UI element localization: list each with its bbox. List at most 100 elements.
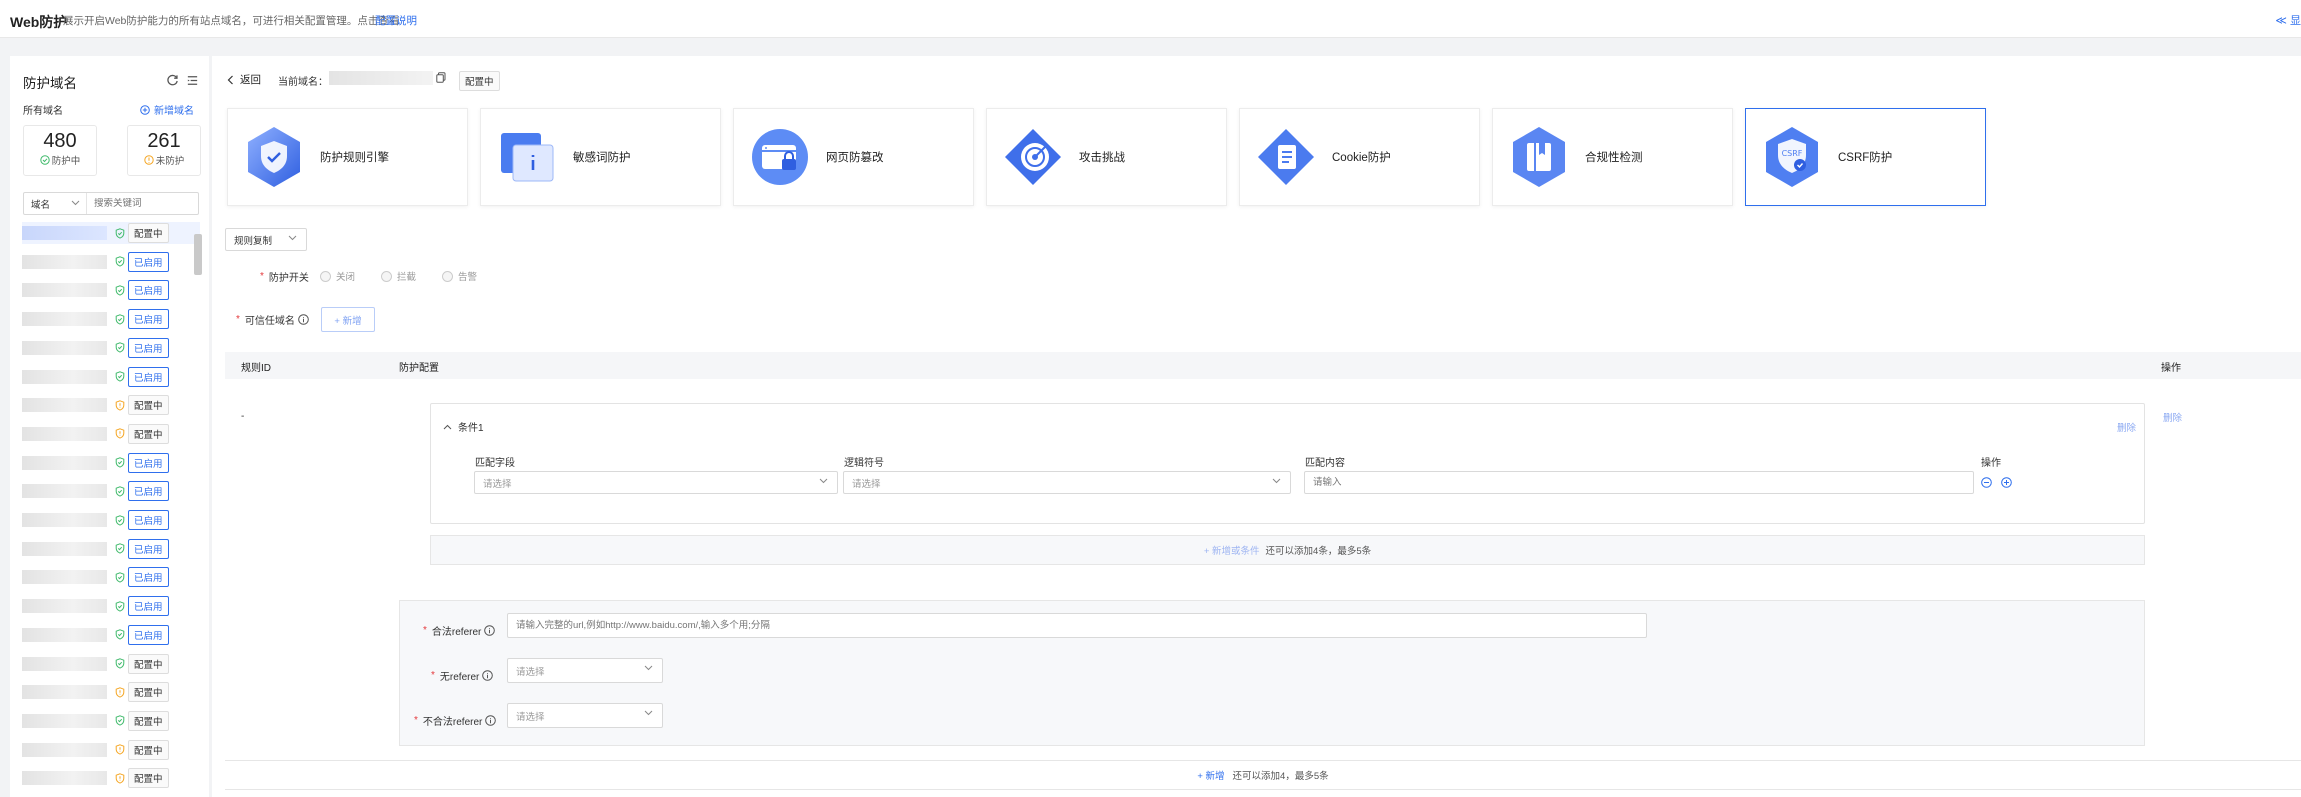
info-icon[interactable] [298,314,309,325]
list-settings-icon[interactable] [186,74,199,87]
check-circle-icon [40,155,50,165]
domain-row[interactable]: 已启用 [22,538,200,560]
domain-status-tag: 配置中 [128,395,169,416]
domain-status-tag: 配置中 [128,739,169,760]
domain-row[interactable]: 已启用 [22,308,200,330]
domain-row[interactable]: 已启用 [22,366,200,388]
plus-circle-icon [140,104,150,115]
domain-search-bar: 域名 [23,192,199,215]
module-card-sensitive-words[interactable]: 敏感词防护 [480,108,721,206]
filter-field-select[interactable]: 域名 [24,193,87,214]
illegal-referer-select[interactable]: 请选择 [507,703,663,728]
domain-row[interactable]: 已启用 [22,480,200,502]
current-domain-label: 当前域名： [278,77,328,88]
table-header [225,352,2301,379]
info-icon[interactable] [482,670,494,681]
shield-ok-icon [115,371,125,382]
collapse-panel-link[interactable]: ≪ 显 [2275,12,2301,28]
radio-alert[interactable]: 告警 [442,269,477,283]
radio-alert-label: 告警 [458,272,478,283]
domain-row[interactable]: 配置中 [22,394,200,416]
domain-name [22,369,107,384]
module-card-cookie[interactable]: Cookie防护 [1239,108,1480,206]
no-referer-select[interactable]: 请选择 [507,658,663,683]
module-label: CSRF防护 [1838,152,1893,164]
shield-warning-icon [115,773,125,784]
radio-block[interactable]: 拦截 [381,269,416,283]
domain-name [22,627,107,642]
col-rule-id: 规则ID [241,363,271,374]
condition-title: 条件1 [458,423,484,434]
domain-status-tag: 已启用 [128,567,169,588]
domain-search-input[interactable] [94,198,194,209]
protected-stat: 480 防护中 [23,125,97,176]
minus-circle-icon[interactable] [1981,477,1992,488]
domain-row[interactable]: 配置中 [22,423,200,445]
domain-status-tag: 已启用 [128,538,169,559]
chevron-down-icon [1272,478,1281,484]
domain-row[interactable]: 配置中 [22,222,200,244]
condition-toggle[interactable]: 条件1 [443,419,484,434]
domain-row[interactable]: 已启用 [22,624,200,646]
add-domain-button[interactable]: 新增域名 [140,102,194,117]
domain-row[interactable]: 配置中 [22,767,200,789]
csrf-shield-icon: CSRF [1760,125,1824,189]
info-icon[interactable] [484,625,496,636]
radio-off-label: 关闭 [336,272,356,283]
module-card-rule-engine[interactable]: 防护规则引擎 [227,108,468,206]
domain-row[interactable]: 已启用 [22,279,200,301]
shield-ok-icon [115,457,125,468]
domain-row[interactable]: 配置中 [22,653,200,675]
domain-row[interactable]: 已启用 [22,566,200,588]
switch-label: * 防护开关 [260,269,309,284]
shield-ok-icon [115,486,125,497]
illegal-referer-label: * 不合法referer [414,713,497,728]
add-or-condition-bar[interactable]: + 新增或条件 还可以添加4条，最多5条 [430,535,2145,565]
domain-row[interactable]: 配置中 [22,681,200,703]
chevron-up-icon [443,424,452,430]
back-button[interactable]: 返回 [227,72,261,87]
config-doc-link[interactable]: 配置说明 [375,13,417,28]
match-field-select[interactable]: 请选择 [474,471,838,494]
match-content-input[interactable] [1304,471,1974,494]
legal-referer-input[interactable] [507,613,1647,638]
module-label: 合规性检测 [1585,152,1643,164]
col-match-field: 匹配字段 [475,458,515,469]
rule-delete-link[interactable]: 删除 [2163,410,2182,424]
domain-row[interactable]: 配置中 [22,710,200,732]
protected-label: 防护中 [51,156,81,167]
sidebar-scrollbar[interactable] [194,234,202,275]
domain-row[interactable]: 已启用 [22,251,200,273]
plus-circle-icon[interactable] [2001,477,2012,488]
domain-name [22,484,107,499]
match-field-placeholder: 请选择 [483,478,512,490]
chevron-left-icon [227,75,234,85]
logic-select[interactable]: 请选择 [843,471,1291,494]
domain-status-tag: 配置中 [128,710,169,731]
unprotected-count: 261 [147,130,181,152]
domain-row[interactable]: 已启用 [22,595,200,617]
document-info-icon [495,125,559,189]
add-rule-bar[interactable]: + 新增 还可以添加4，最多5条 [225,760,2301,790]
unprotected-label: 未防护 [155,156,185,167]
module-card-compliance[interactable]: 合规性检测 [1492,108,1733,206]
copy-icon[interactable] [436,72,446,83]
module-card-tamper-proof[interactable]: 网页防篡改 [733,108,974,206]
condition-delete-link[interactable]: 删除 [2117,420,2136,434]
domain-row[interactable]: 配置中 [22,739,200,761]
domain-row[interactable]: 已启用 [22,509,200,531]
info-icon[interactable] [485,715,497,726]
refresh-icon[interactable] [166,74,179,87]
page-description: 展示开启Web防护能力的所有站点域名，可进行相关配置管理。点击查看 [63,15,400,27]
module-card-csrf[interactable]: CSRF CSRF防护 [1745,108,1986,206]
radio-off[interactable]: 关闭 [320,269,355,283]
rule-id-value: - [241,411,245,422]
rule-copy-dropdown[interactable]: 规则复制 [225,228,307,251]
add-trusted-domain-button[interactable]: + 新增 [321,307,375,332]
referer-box: * 合法referer * 无referer 请选择 * 不合法referer 请选择 [399,600,2145,746]
domain-status-tag: 配置中 [459,71,500,91]
domain-status-tag: 已启用 [128,452,169,473]
domain-row[interactable]: 已启用 [22,337,200,359]
domain-row[interactable]: 已启用 [22,452,200,474]
module-card-attack-challenge[interactable]: 攻击挑战 [986,108,1227,206]
